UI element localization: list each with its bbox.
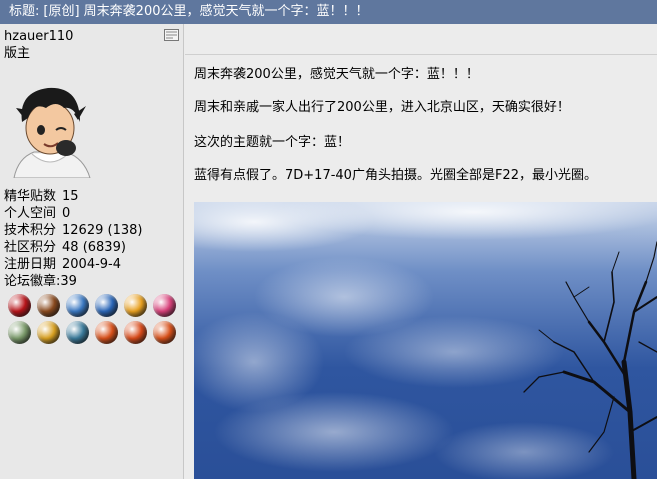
post-title: [原创] 周末奔袭200公里，感觉天气就一个字：蓝！！！ [43,4,369,19]
badge-grid [8,294,176,348]
badge-row [8,321,176,344]
post-title-bar: 标题: [原创] 周末奔袭200公里，感觉天气就一个字：蓝！！！ [0,0,657,24]
author-username[interactable]: hzauer110 [4,29,73,45]
forum-badge-icon[interactable] [37,321,60,344]
stat-community-points: 社区积分 48 (6839) [4,240,126,255]
stat-personal-space: 个人空间 0 [4,206,71,221]
post-line-1: 周末奔袭200公里，感觉天气就一个字：蓝！！！ [194,67,479,82]
stat-badges: 论坛徽章:39 [4,274,77,289]
forum-badge-icon[interactable] [153,294,176,317]
forum-badge-icon[interactable] [66,294,89,317]
author-stats: 精华贴数 15 个人空间 0 技术积分 12629 (138) 社区积分 48 (683… [4,188,142,290]
sky-photo[interactable] [194,202,657,479]
forum-badge-icon[interactable] [124,294,147,317]
forum-badge-icon[interactable] [8,321,31,344]
stat-tech-points: 技术积分 12629 (138) [4,223,143,238]
message-icon[interactable] [164,29,179,41]
stat-digest-posts: 精华贴数 15 [4,189,79,204]
forum-badge-icon[interactable] [8,294,31,317]
title-prefix: 标题: [9,4,40,19]
author-role: 版主 [4,46,31,61]
author-panel: hzauer110 版主 精华贴数 15 个人空间 0 技术积分 12629 (138… [0,24,184,479]
badge-row [8,294,176,317]
forum-badge-icon[interactable] [37,294,60,317]
post-content: 周末奔袭200公里，感觉天气就一个字：蓝！！！ 周末和亲戚一家人出行了200公里… [185,56,657,479]
stat-register-date: 注册日期 2004-9-4 [4,257,122,272]
forum-badge-icon[interactable] [66,321,89,344]
forum-badge-icon[interactable] [95,294,118,317]
post-line-2: 周末和亲戚一家人出行了200公里，进入北京山区，天确实很好！ [194,100,570,115]
author-avatar[interactable] [4,78,96,178]
post-line-4: 蓝得有点假了。7D+17-40广角头拍摄。光圈全部是F22，最小光圈。 [194,168,597,183]
post-line-3: 这次的主题就一个字：蓝！ [194,135,351,150]
forum-badge-icon[interactable] [95,321,118,344]
forum-badge-icon[interactable] [124,321,147,344]
forum-badge-icon[interactable] [153,321,176,344]
post-header-strip [185,24,657,55]
